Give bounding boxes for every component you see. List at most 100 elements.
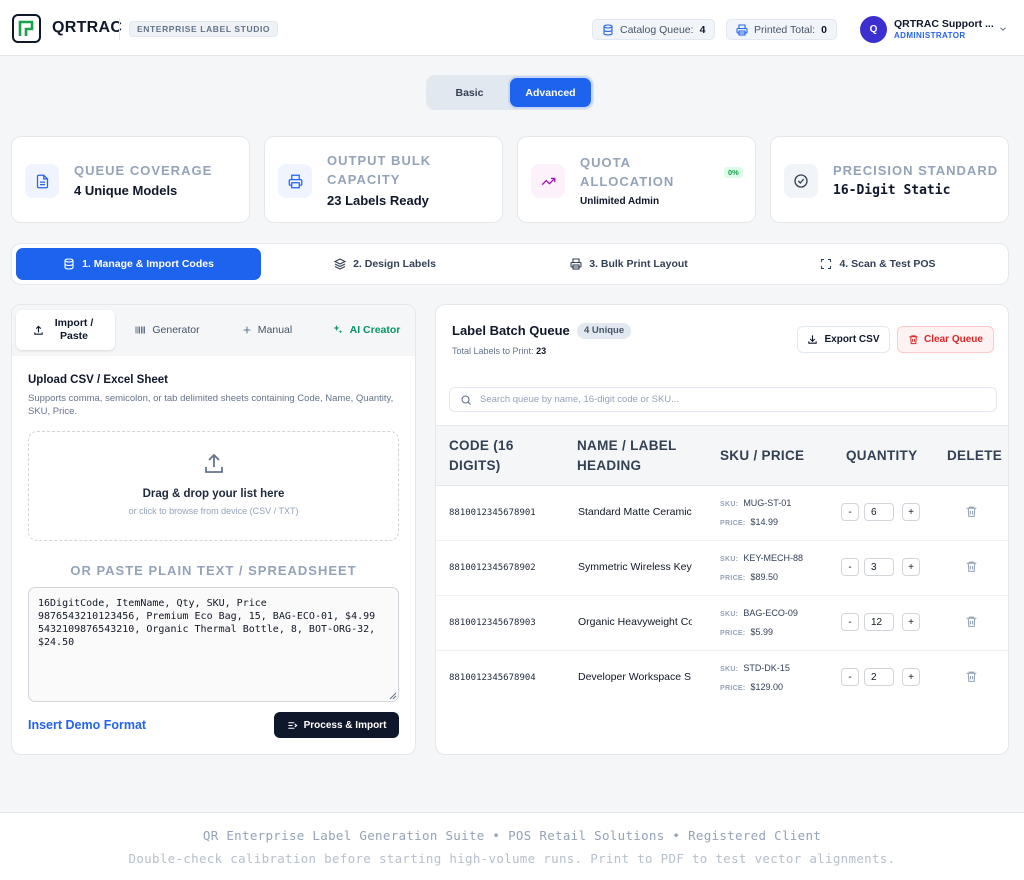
row-code: 8810012345678903 [449,618,536,628]
clear-queue-label: Clear Queue [924,334,983,345]
tab-manage-import[interactable]: 1. Manage & Import Codes [16,248,261,280]
tab-design-labels[interactable]: 2. Design Labels [265,248,505,280]
catalog-queue-label: Catalog Queue: [620,23,694,36]
qty-decrement-button[interactable]: - [841,503,859,521]
trash-icon[interactable] [965,505,978,518]
resize-handle-icon[interactable] [389,692,397,700]
subtab-import-paste[interactable]: Import / Paste [16,310,115,350]
barcode-icon [135,326,146,334]
qty-increment-button[interactable]: + [902,613,920,631]
search-input[interactable]: Search queue by name, 16-digit code or S… [480,394,679,405]
row-price: PRICE: $14.99 [720,517,779,527]
printed-total-chip[interactable]: Printed Total: 0 [726,19,837,40]
upload-icon [205,453,223,473]
page-footer: QR Enterprise Label Generation Suite • P… [0,812,1024,880]
clear-queue-button[interactable]: Clear Queue [897,326,994,353]
upload-description: Supports comma, semicolon, or tab delimi… [28,393,394,417]
row-sku: SKU: KEY-MECH-88 [720,553,803,563]
tab-label: 2. Design Labels [353,258,436,270]
export-csv-label: Export CSV [824,334,880,345]
database-icon [64,258,74,270]
trash-icon[interactable] [965,670,978,683]
stat-card-precision: PRECISION STANDARD 16-Digit Static [770,136,1009,223]
plus-icon [243,326,251,334]
stat-value: 23 Labels Ready [327,193,429,208]
subtab-generator[interactable]: Generator [117,310,217,350]
file-dropzone[interactable]: Drag & drop your list here or click to b… [28,431,399,541]
stat-label-line2: ALLOCATION [580,174,675,189]
tab-bulk-print[interactable]: 3. Bulk Print Layout [509,248,749,280]
tab-label: 3. Bulk Print Layout [589,258,688,270]
stat-label-line2: CAPACITY [327,172,401,187]
upload-title: Upload CSV / Excel Sheet [28,374,168,386]
qty-increment-button[interactable]: + [902,503,920,521]
stat-card-queue-coverage: QUEUE COVERAGE 4 Unique Models [11,136,250,223]
document-list-icon [25,164,59,198]
stat-card-quota: QUOTA ALLOCATION Unlimited Admin 0% [517,136,756,223]
row-code: 8810012345678904 [449,673,536,683]
col-code: CODE (16 DIGITS) [449,438,514,473]
tab-label: 1. Manage & Import Codes [82,258,214,270]
subtab-manual[interactable]: Manual [217,310,317,350]
stat-label-line1: OUTPUT BULK [327,153,432,168]
mode-advanced-button[interactable]: Advanced [510,78,591,107]
qty-decrement-button[interactable]: - [841,558,859,576]
table-row: 8810012345678901 Standard Matte Ceramic … [436,486,1008,541]
table-row: 8810012345678904 Developer Workspace S S… [436,651,1008,706]
queue-search[interactable]: Search queue by name, 16-digit code or S… [449,387,997,412]
qty-input[interactable]: 12 [864,613,894,631]
printed-total-value: 0 [821,23,827,36]
tab-label: 4. Scan & Test POS [839,258,936,270]
trash-icon [909,335,918,345]
trash-icon[interactable] [965,560,978,573]
user-role: ADMINISTRATOR [894,31,966,40]
table-row: 8810012345678903 Organic Heavyweight Co … [436,596,1008,651]
trash-icon[interactable] [965,615,978,628]
qty-input[interactable]: 3 [864,558,894,576]
row-name: Developer Workspace S [578,671,692,683]
stat-label: PRECISION STANDARD [833,163,999,178]
subtab-ai-creator[interactable]: AI Creator [317,310,415,350]
qty-increment-button[interactable]: + [902,668,920,686]
qty-input[interactable]: 6 [864,503,894,521]
row-sku: SKU: STD-DK-15 [720,663,790,673]
logo-icon [12,14,41,43]
queue-panel: Label Batch Queue 4 Unique Total Labels … [435,304,1009,755]
printer-icon [570,258,582,270]
avatar[interactable]: Q [860,16,887,43]
qty-decrement-button[interactable]: - [841,668,859,686]
insert-demo-link[interactable]: Insert Demo Format [28,718,146,732]
printer-icon [278,164,312,198]
subtab-label: Generator [152,324,200,336]
row-name: Standard Matte Ceramic [578,506,692,518]
total-labels-line: Total Labels to Print: 23 [452,346,546,356]
brand-name: QRTRAC [52,19,123,36]
unique-count-badge: 4 Unique [577,323,632,339]
chevron-down-icon[interactable] [998,24,1008,34]
total-labels-value: 23 [536,346,547,356]
queue-table-header: CODE (16 DIGITS) NAME / LABEL HEADING SKU … [436,425,1008,486]
stat-value: 16-Digit Static [833,183,951,198]
qty-increment-button[interactable]: + [902,558,920,576]
user-name[interactable]: QRTRAC Support ... [894,18,994,30]
scan-frame-icon [821,258,832,270]
subtab-label: Import / Paste [54,317,94,342]
row-price: PRICE: $129.00 [720,682,784,692]
row-name: Symmetric Wireless Key [578,561,692,573]
search-icon [461,394,471,405]
qty-decrement-button[interactable]: - [841,613,859,631]
total-labels-label: Total Labels to Print: [452,346,534,356]
process-import-button[interactable]: Process & Import [274,712,399,738]
printer-icon [736,23,748,36]
export-csv-button[interactable]: Export CSV [797,326,890,353]
paste-textarea[interactable]: 16DigitCode, ItemName, Qty, SKU, Price 9… [28,587,399,702]
check-circle-icon [784,164,818,198]
mode-basic-button[interactable]: Basic [429,78,510,107]
quota-percent-badge: 0% [724,167,743,178]
catalog-queue-chip[interactable]: Catalog Queue: 4 [592,19,716,40]
row-price: PRICE: $5.99 [720,627,774,637]
row-sku: SKU: MUG-ST-01 [720,498,792,508]
mode-toggle: Basic Advanced [426,75,594,110]
tab-scan-test[interactable]: 4. Scan & Test POS [753,248,1003,280]
qty-input[interactable]: 2 [864,668,894,686]
